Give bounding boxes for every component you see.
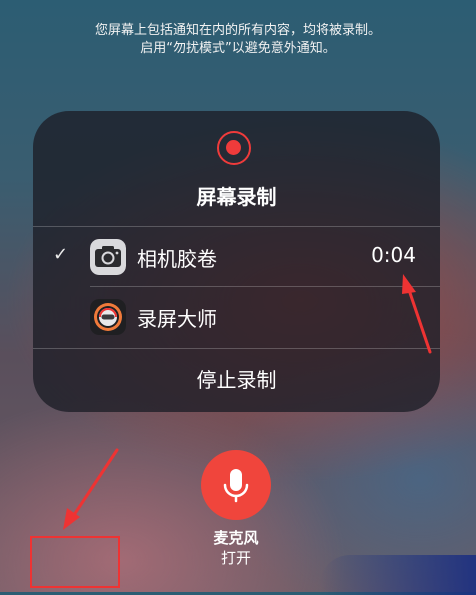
annotation-arrows <box>63 274 432 530</box>
arrow-to-timer <box>402 274 432 354</box>
arrow-to-box <box>63 448 119 530</box>
